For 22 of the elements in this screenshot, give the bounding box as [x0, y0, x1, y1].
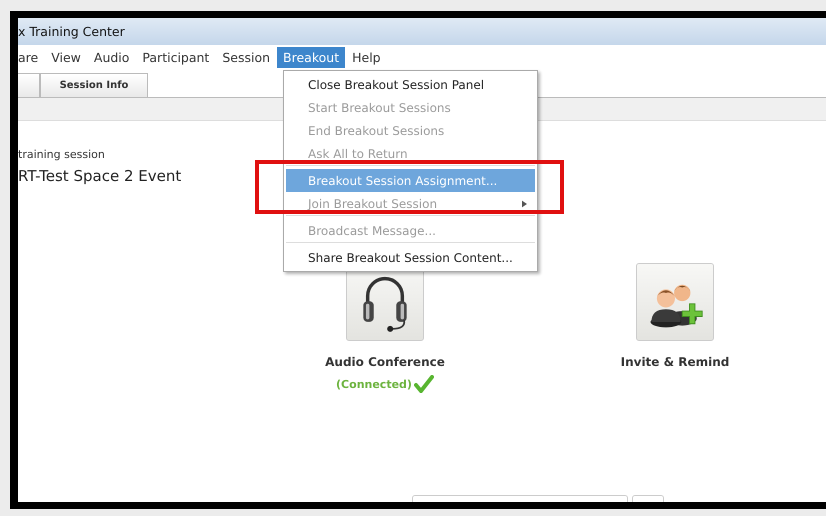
menu-item[interactable]: View — [45, 47, 87, 68]
menu-item[interactable]: Share Breakout Session Content... — [286, 246, 535, 269]
action-label: Audio Conference — [325, 355, 445, 369]
menu-item[interactable]: Participant — [136, 47, 216, 68]
action-label: Invite & Remind — [620, 355, 730, 369]
tab[interactable]: Session Info — [40, 73, 148, 97]
session-subtitle: training session — [18, 148, 105, 161]
input-field[interactable] — [412, 495, 628, 502]
menu-item[interactable]: Breakout — [277, 47, 346, 68]
menu-item[interactable]: Audio — [88, 47, 136, 68]
menu-item[interactable]: are — [18, 47, 44, 68]
menu-item[interactable]: Session — [216, 47, 276, 68]
submenu-arrow-icon — [522, 200, 527, 208]
menu-item[interactable]: Close Breakout Session Panel — [286, 73, 535, 96]
button[interactable] — [632, 495, 664, 502]
session-title: RT-Test Space 2 Event — [18, 167, 182, 185]
checkmark-icon — [414, 375, 434, 393]
connection-status: (Connected) — [336, 378, 412, 390]
menu-item[interactable]: Help — [346, 47, 387, 68]
tab[interactable] — [18, 73, 40, 97]
window-title: x Training Center — [18, 24, 125, 39]
invite-button[interactable] — [636, 263, 714, 341]
